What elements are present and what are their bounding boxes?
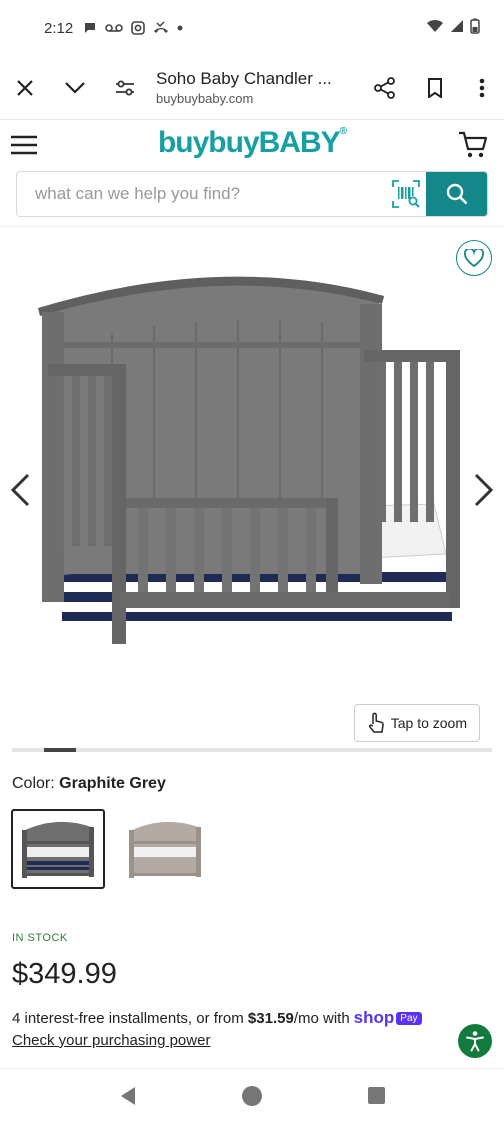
search-bar: [16, 171, 488, 217]
nav-home-button[interactable]: [241, 1085, 263, 1107]
system-nav-bar: [0, 1068, 504, 1122]
search-icon: [446, 183, 467, 205]
crib-thumbnail-grey: [22, 821, 94, 878]
gallery-progress-indicator: [44, 748, 76, 752]
logo-text: buybuyBABY: [157, 126, 341, 159]
minimize-tab-button[interactable]: [50, 63, 100, 113]
tap-to-zoom-button[interactable]: Tap to zoom: [353, 704, 480, 742]
close-tab-button[interactable]: [0, 63, 50, 113]
product-gallery[interactable]: Tap to zoom: [0, 228, 504, 748]
color-swatch-graphite-grey[interactable]: [11, 809, 105, 889]
battery-icon: [470, 18, 480, 38]
missed-call-icon: [153, 21, 169, 35]
cart-button[interactable]: [458, 130, 488, 160]
home-circle-icon: [242, 1086, 262, 1106]
shop-pay-badge: Pay: [396, 1012, 422, 1025]
shop-pay-logo: shop: [353, 1008, 395, 1027]
product-price: $349.99: [12, 958, 117, 990]
check-purchasing-power-link[interactable]: Check your purchasing power: [12, 1032, 210, 1049]
nav-back-button[interactable]: [117, 1085, 139, 1107]
chevron-down-icon: [65, 81, 85, 94]
installments-text: 4 interest-free installments, or from $3…: [12, 1008, 422, 1028]
favorite-button[interactable]: [456, 240, 492, 276]
chat-icon: [83, 21, 97, 35]
bookmark-icon: [428, 77, 442, 98]
site-logo[interactable]: buybuyBABY®: [0, 126, 504, 160]
next-image-button[interactable]: [472, 473, 496, 507]
accessibility-icon: [466, 1031, 484, 1052]
gallery-progress-track: [12, 748, 492, 752]
crib-thumbnail-light: [129, 821, 201, 878]
chevron-right-icon: [474, 473, 494, 507]
site-settings-button[interactable]: [100, 63, 150, 113]
voicemail-icon: [105, 22, 124, 34]
tap-to-zoom-label: Tap to zoom: [390, 715, 467, 731]
installments-prefix: 4 interest-free installments, or from: [12, 1010, 248, 1027]
system-icons: [426, 18, 480, 38]
site-header: buybuyBABY®: [0, 120, 504, 170]
color-value: Graphite Grey: [59, 775, 166, 792]
previous-image-button[interactable]: [8, 473, 32, 507]
installments-amount: $31.59: [247, 1010, 294, 1027]
stock-status: IN STOCK: [12, 932, 68, 944]
share-icon: [374, 76, 395, 99]
status-time: 2:12: [44, 19, 74, 37]
share-button[interactable]: [360, 63, 410, 113]
status-bar: 2:12: [0, 0, 504, 56]
nav-recents-button[interactable]: [366, 1085, 388, 1107]
page-title: Soho Baby Chandler ...: [156, 69, 332, 88]
bookmark-button[interactable]: [410, 63, 460, 113]
color-label: Color: Graphite Grey: [12, 775, 166, 793]
wifi-icon: [426, 19, 444, 37]
heart-icon: [464, 249, 484, 267]
notification-icons: [83, 21, 183, 35]
chevron-left-icon: [10, 473, 30, 507]
logo-registered-mark: ®: [339, 126, 347, 137]
tap-icon: [368, 712, 384, 733]
tab-title-box[interactable]: Soho Baby Chandler ... buybuybaby.com: [150, 69, 360, 106]
dot-icon: [177, 25, 183, 31]
product-image-crib: [38, 276, 460, 644]
more-vert-icon: [479, 78, 485, 97]
back-triangle-icon: [121, 1087, 135, 1105]
accessibility-button[interactable]: [458, 1024, 492, 1058]
cart-icon: [459, 131, 488, 158]
color-label-prefix: Color:: [12, 775, 55, 792]
more-options-button[interactable]: [460, 63, 504, 113]
browser-tab-header: Soho Baby Chandler ... buybuybaby.com: [0, 56, 504, 120]
barcode-scan-icon: [392, 180, 420, 208]
barcode-scan-button[interactable]: [386, 172, 426, 216]
close-icon: [17, 79, 33, 96]
signal-icon: [450, 19, 464, 37]
search-button[interactable]: [426, 172, 487, 216]
color-swatch-rustic-grey[interactable]: [118, 809, 212, 889]
page-domain: buybuybaby.com: [156, 91, 254, 106]
header-divider: [0, 226, 504, 227]
installments-suffix: /mo with: [293, 1010, 350, 1027]
recents-square-icon: [368, 1087, 385, 1104]
search-input[interactable]: [17, 172, 386, 216]
instagram-icon: [131, 21, 146, 35]
tune-icon: [116, 80, 134, 95]
